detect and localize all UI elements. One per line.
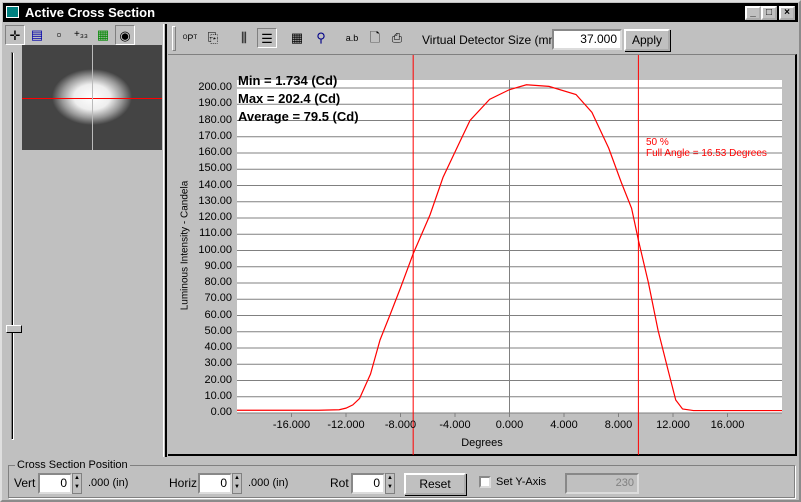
x-tick-label: -4.000 [439,419,471,431]
y-tick-label: 10.00 [204,389,232,402]
y-tick-label: 130.00 [198,194,232,207]
y-tick-label: 50.00 [204,324,232,337]
y-tick-label: 190.00 [198,97,232,110]
rot-label: Rot [330,476,349,490]
horiz-unit: .000 (in) [248,477,289,489]
vert-label: Vert [14,476,36,490]
y-tick-label: 180.00 [198,113,232,126]
y-tick-label: 20.00 [204,373,232,386]
set-y-axis-input[interactable]: 230 [565,473,639,494]
set-y-axis-checkbox[interactable] [479,476,491,488]
y-tick-label: 110.00 [199,227,232,240]
horiz-spinner[interactable]: ▲ ▼ [232,473,242,494]
x-tick-label: 0.000 [495,419,524,431]
y-tick-label: 40.00 [204,341,232,353]
vert-spinner[interactable]: ▲ ▼ [72,473,82,494]
y-tick-label: 0.00 [210,406,232,418]
group-label: Cross Section Position [15,459,130,471]
x-tick-label: 16.000 [710,419,745,431]
annotation-percent: 50 % [646,137,669,148]
x-axis-label: Degrees [461,437,503,449]
y-tick-label: 70.00 [204,292,232,305]
x-tick-label: -8.000 [384,419,417,431]
vert-input[interactable]: 0 [38,473,72,494]
y-tick-label: 140.00 [198,178,232,191]
x-tick-label: -16.000 [272,419,311,431]
horiz-input[interactable]: 0 [198,473,232,494]
annotation-full-angle: Full Angle = 16.53 Degrees [646,148,767,159]
x-tick-label: 8.000 [604,419,633,431]
y-tick-label: 120.00 [198,211,232,223]
reset-button[interactable]: Reset [404,473,466,495]
rot-spinner[interactable]: ▲ ▼ [385,473,395,494]
stat-average: Average = 79.5 (Cd) [238,109,359,124]
x-tick-label: -12.000 [327,419,365,431]
y-tick-label: 60.00 [204,308,232,321]
set-y-axis-label: Set Y-Axis [496,476,547,488]
stat-max: Max = 202.4 (Cd) [238,91,341,106]
x-tick-label: 12.000 [656,419,690,431]
y-tick-label: 100.00 [198,243,232,256]
y-tick-label: 200.00 [198,81,232,93]
y-tick-label: 170.00 [198,129,232,142]
y-tick-label: 160.00 [198,146,232,158]
stat-min: Min = 1.734 (Cd) [238,73,338,88]
y-tick-label: 150.00 [198,162,232,175]
vert-unit: .000 (in) [88,477,129,489]
y-tick-label: 30.00 [204,357,232,370]
x-tick-label: 4.000 [550,419,578,431]
horiz-label: Horiz [169,476,198,490]
rot-input[interactable]: 0 [351,473,385,494]
y-tick-label: 80.00 [204,276,232,288]
y-tick-label: 90.00 [204,259,232,272]
